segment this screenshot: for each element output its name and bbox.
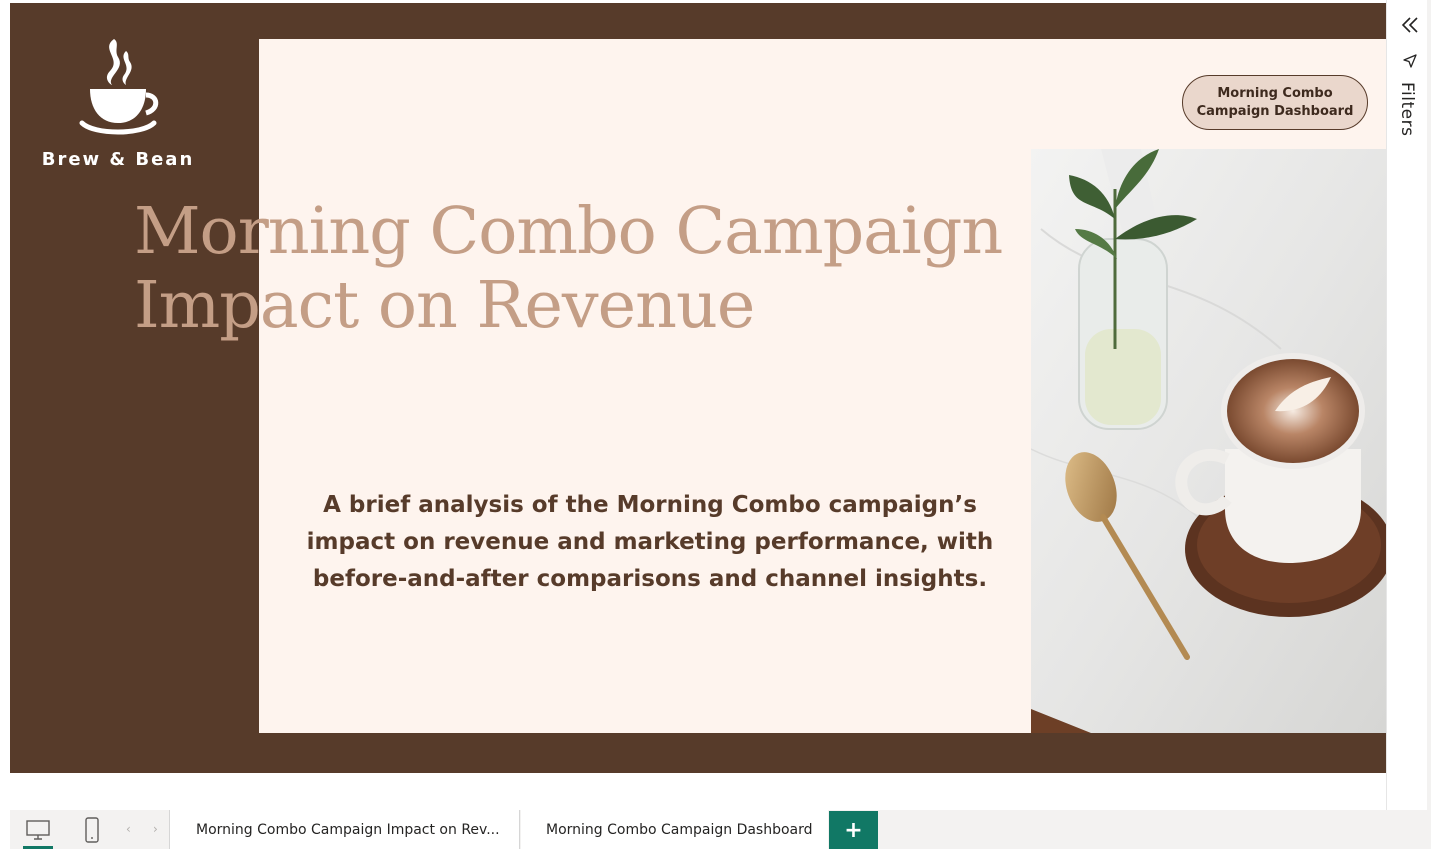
next-page-arrow-icon[interactable]: ›	[153, 822, 158, 836]
page-tab-label: Morning Combo Campaign Impact on Rev...	[196, 821, 500, 838]
report-title: Morning Combo Campaign Impact on Revenue	[134, 195, 1034, 343]
prev-page-arrow-icon[interactable]: ‹	[126, 822, 131, 836]
filters-label[interactable]: Filters	[1397, 82, 1417, 136]
double-chevron-left-icon[interactable]	[1400, 14, 1420, 36]
dashboard-nav-button-label: Morning Combo Campaign Dashboard	[1196, 85, 1354, 119]
desktop-view-icon	[26, 819, 50, 840]
coffee-latte-art-photo	[1031, 149, 1386, 733]
page-tab-bar: ‹ › Morning Combo Campaign Impact on Rev…	[10, 810, 1427, 849]
panel-edge	[1427, 0, 1431, 849]
mobile-view-button[interactable]	[73, 810, 111, 849]
page-tab-label: Morning Combo Campaign Dashboard	[546, 821, 813, 838]
add-page-button[interactable]: +	[829, 811, 878, 849]
dashboard-nav-button[interactable]: Morning Combo Campaign Dashboard	[1182, 75, 1368, 130]
coffee-cup-logo-icon	[79, 39, 159, 135]
mobile-view-icon	[85, 816, 99, 843]
page-tab-2[interactable]: Morning Combo Campaign Dashboard	[521, 810, 828, 849]
filters-pane: Filters	[1386, 0, 1431, 849]
desktop-view-button[interactable]	[19, 810, 57, 849]
title-line-1: Morning Combo Campaign	[134, 194, 1003, 269]
filter-funnel-icon	[1403, 54, 1417, 68]
report-subtitle: A brief analysis of the Morning Combo ca…	[306, 492, 994, 592]
brand-name: Brew & Bean	[41, 149, 195, 170]
title-line-2: Impact on Revenue	[134, 268, 755, 343]
page-tab-1[interactable]: Morning Combo Campaign Impact on Rev...	[169, 810, 520, 849]
left-margin	[0, 0, 10, 849]
report-canvas: Brew & Bean Morning Combo Campaign Impac…	[10, 3, 1386, 773]
